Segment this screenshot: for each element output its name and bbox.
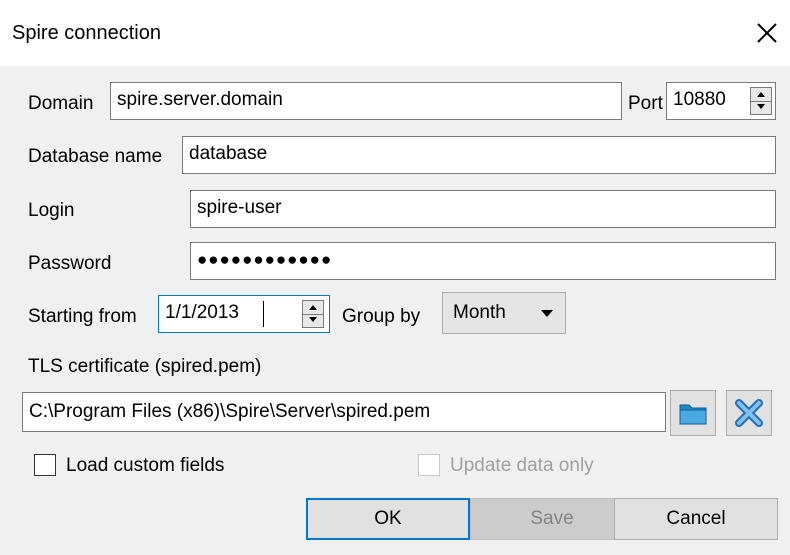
port-stepper[interactable] xyxy=(750,87,772,115)
save-button[interactable]: Save xyxy=(470,498,634,540)
port-decrement-button[interactable] xyxy=(751,101,771,114)
chevron-down-icon xyxy=(309,317,317,322)
clear-certificate-button[interactable] xyxy=(726,390,772,436)
load-custom-fields-checkbox[interactable] xyxy=(34,454,56,476)
clear-x-icon xyxy=(735,399,763,427)
starting-from-decrement-button[interactable] xyxy=(303,314,323,327)
group-by-selected: Month xyxy=(453,302,506,323)
starting-from-stepper[interactable] xyxy=(302,300,324,328)
password-input[interactable]: ●●●●●●●●●●●● xyxy=(190,242,776,280)
starting-from-label: Starting from xyxy=(28,306,137,327)
chevron-up-icon xyxy=(309,305,317,310)
domain-input[interactable]: spire.server.domain xyxy=(110,82,622,120)
cancel-button[interactable]: Cancel xyxy=(614,498,778,540)
chevron-down-icon xyxy=(541,310,553,317)
dialog-body: Domain spire.server.domain Port 10880 Da… xyxy=(0,66,790,555)
window-title: Spire connection xyxy=(12,22,161,44)
chevron-up-icon xyxy=(757,92,765,97)
domain-label: Domain xyxy=(28,93,94,114)
chevron-down-icon xyxy=(757,104,765,109)
text-cursor xyxy=(263,301,264,327)
tls-certificate-label: TLS certificate (spired.pem) xyxy=(28,356,262,377)
update-data-only-checkbox[interactable] xyxy=(418,454,440,476)
login-label: Login xyxy=(28,200,75,221)
database-name-input[interactable]: database xyxy=(182,136,776,174)
folder-icon xyxy=(679,404,707,425)
group-by-dropdown[interactable]: Month xyxy=(442,292,566,334)
title-bar: Spire connection xyxy=(0,0,790,66)
browse-certificate-button[interactable] xyxy=(670,390,716,436)
password-label: Password xyxy=(28,253,112,274)
database-name-label: Database name xyxy=(28,146,163,167)
ok-button[interactable]: OK xyxy=(306,498,470,540)
close-icon[interactable] xyxy=(752,18,782,48)
starting-from-increment-button[interactable] xyxy=(303,301,323,315)
port-label: Port xyxy=(628,93,663,114)
port-increment-button[interactable] xyxy=(751,88,771,102)
group-by-label: Group by xyxy=(342,306,421,327)
load-custom-fields-label: Load custom fields xyxy=(66,455,225,476)
tls-certificate-path-input[interactable]: C:\Program Files (x86)\Spire\Server\spir… xyxy=(22,392,666,432)
login-input[interactable]: spire-user xyxy=(190,190,776,228)
update-data-only-label: Update data only xyxy=(450,455,594,476)
